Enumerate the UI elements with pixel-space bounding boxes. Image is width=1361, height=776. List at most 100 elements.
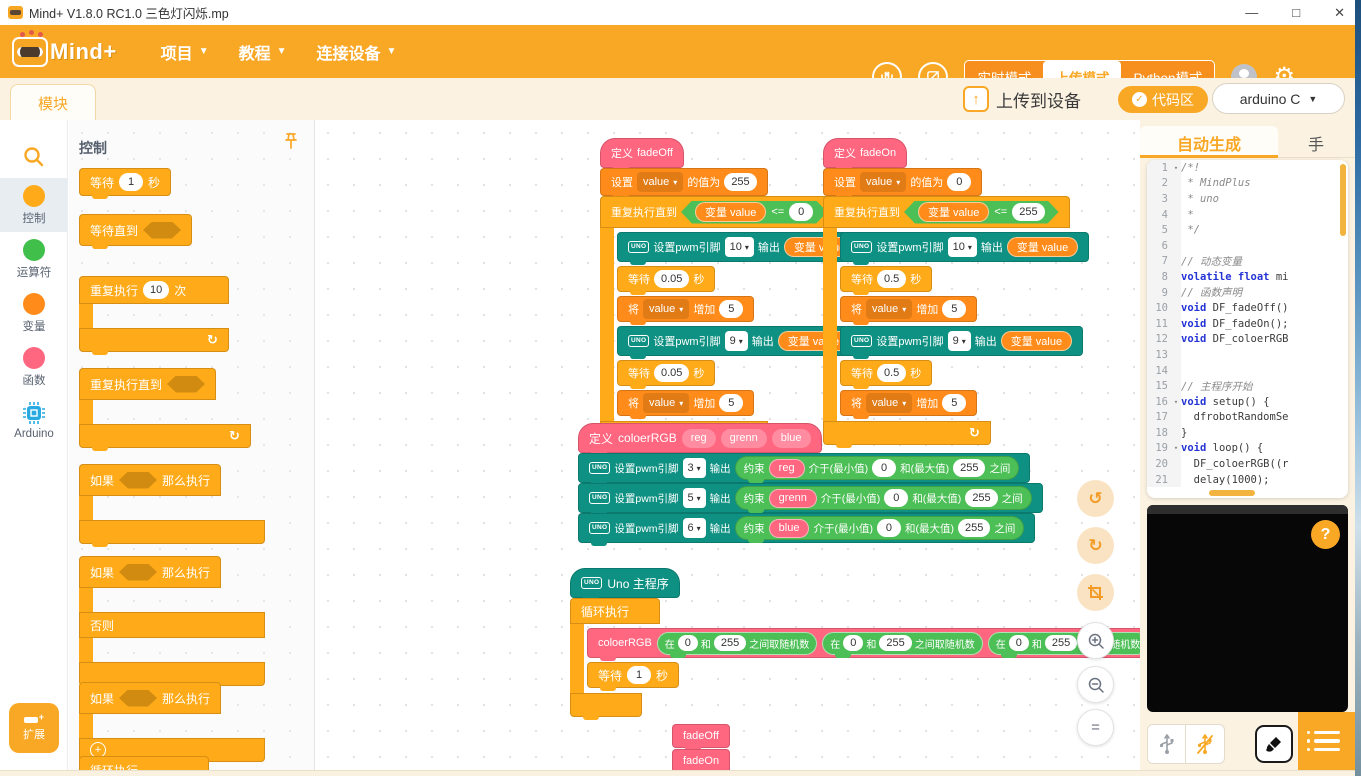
value-input[interactable]: 5 — [719, 300, 743, 318]
block-set-variable[interactable]: 设置 value▾ 的值为 255 — [600, 168, 768, 196]
pin-dropdown[interactable]: 10▾ — [725, 237, 754, 257]
value-input[interactable]: 5 — [942, 394, 966, 412]
code-horizontal-scrollbar[interactable] — [1209, 490, 1255, 496]
menu-connect-device[interactable]: 连接设备 ▼ — [317, 40, 397, 64]
block-set-pwm-constrain[interactable]: UNO 设置pwm引脚 5▾ 输出 约束 grenn 介于(最小值) 0 和(最… — [578, 483, 1043, 513]
pin-dropdown[interactable]: 5▾ — [683, 488, 706, 508]
palette-block-repeat-times[interactable]: 重复执行 10 次 ↺ — [79, 276, 229, 352]
constrain-block[interactable]: 约束 grenn 介于(最小值) 0 和(最大值) 255 之间 — [735, 486, 1032, 510]
stack-define-coloerrgb[interactable]: 定义 coloerRGB reg grenn blue UNO 设置pwm引脚 … — [578, 423, 1043, 543]
block-set-pwm-constrain[interactable]: UNO 设置pwm引脚 3▾ 输出 约束 reg 介于(最小值) 0 和(最大值… — [578, 453, 1030, 483]
block-set-pwm[interactable]: UNO 设置pwm引脚 9▾ 输出 变量 value — [840, 326, 1083, 356]
block-wait[interactable]: 等待 1 秒 — [587, 662, 679, 688]
maximize-button[interactable]: □ — [1292, 5, 1300, 20]
tab-modules[interactable]: 模块 — [10, 84, 96, 121]
value-input[interactable]: 1 — [627, 666, 651, 684]
help-button[interactable]: ? — [1311, 520, 1340, 549]
value-input[interactable]: 255 — [1012, 203, 1044, 221]
block-set-pwm-constrain[interactable]: UNO 设置pwm引脚 6▾ 输出 约束 blue 介于(最小值) 0 和(最大… — [578, 513, 1035, 543]
redo-button[interactable]: ↻ — [1077, 527, 1114, 564]
block-call-fadeoff[interactable]: fadeOff — [672, 724, 730, 748]
sidebar-item-control[interactable]: 控制 — [0, 178, 68, 232]
board-select[interactable]: arduino C ▼ — [1212, 83, 1345, 114]
value-input[interactable]: 255 — [953, 459, 985, 477]
zoom-reset-button[interactable]: = — [1077, 709, 1114, 746]
value-input[interactable]: 0 — [947, 173, 971, 191]
variable-dropdown[interactable]: value▾ — [866, 393, 912, 413]
variable-dropdown[interactable]: value▾ — [643, 299, 689, 319]
value-input[interactable]: 255 — [714, 635, 746, 651]
value-input[interactable]: 0 — [884, 489, 908, 507]
condition-lte[interactable]: 变量 value <= 255 — [904, 201, 1059, 224]
value-input[interactable]: 5 — [719, 394, 743, 412]
block-call-coloerrgb[interactable]: coloerRGB 在 0 和 255 之间取随机数 在 0 和 255 之间取… — [587, 628, 1140, 658]
constrain-block[interactable]: 约束 reg 介于(最小值) 0 和(最大值) 255 之间 — [735, 456, 1020, 480]
value-input[interactable]: 255 — [958, 519, 990, 537]
screenshot-button[interactable] — [1077, 574, 1114, 611]
pin-dropdown[interactable]: 9▾ — [725, 331, 748, 351]
value-input[interactable]: 0 — [1009, 635, 1029, 651]
value-input[interactable]: 1 — [119, 173, 143, 191]
pin-dropdown[interactable]: 9▾ — [948, 331, 971, 351]
palette-block-if-then[interactable]: 如果 那么执行 — [79, 464, 265, 544]
stack-fade-calls[interactable]: fadeOff fadeOn — [672, 724, 730, 770]
menu-project[interactable]: 项目 ▼ — [161, 40, 209, 64]
variable-value-oval[interactable]: 变量 value — [1007, 237, 1078, 257]
value-input[interactable]: 255 — [965, 489, 997, 507]
palette-block-loop-forever[interactable]: 循环执行 — [79, 756, 209, 770]
param-oval[interactable]: blue — [772, 429, 811, 448]
param-blue-oval[interactable]: blue — [769, 519, 810, 538]
param-oval[interactable]: grenn — [721, 429, 767, 448]
variable-value-oval[interactable]: 变量 value — [918, 202, 989, 222]
variable-value-oval[interactable]: 变量 value — [1001, 331, 1072, 351]
output-menu-button[interactable] — [1298, 712, 1355, 770]
value-input[interactable]: 0 — [877, 519, 901, 537]
zoom-out-button[interactable] — [1077, 666, 1114, 703]
condition-slot[interactable] — [143, 222, 181, 239]
value-input[interactable]: 5 — [942, 300, 966, 318]
sidebar-item-operators[interactable]: 运算符 — [0, 232, 68, 286]
value-input[interactable]: 0 — [872, 459, 896, 477]
block-change-variable[interactable]: 将 value▾ 增加 5 — [840, 390, 977, 416]
value-input[interactable]: 255 — [724, 173, 756, 191]
block-loop-forever[interactable]: 循环执行 coloerRGB 在 0 和 255 之间取随机数 在 0 和 — [570, 598, 1140, 717]
param-oval[interactable]: reg — [682, 429, 716, 448]
block-change-variable[interactable]: 将 value▾ 增加 5 — [617, 390, 754, 416]
fold-icon[interactable]: ▾ — [1171, 441, 1181, 457]
variable-dropdown[interactable]: value▾ — [866, 299, 912, 319]
random-number-block[interactable]: 在 0 和 255 之间取随机数 — [657, 632, 817, 655]
palette-block-wait[interactable]: 等待 1 秒 — [79, 168, 171, 196]
variable-dropdown[interactable]: value▾ — [860, 172, 906, 192]
variable-dropdown[interactable]: value▾ — [637, 172, 683, 192]
usb-disconnect-button[interactable] — [1186, 724, 1225, 764]
sidebar-item-functions[interactable]: 函数 — [0, 340, 68, 394]
value-input[interactable]: 0.05 — [654, 270, 689, 288]
zoom-in-button[interactable] — [1077, 622, 1114, 659]
condition-slot[interactable] — [119, 690, 157, 707]
random-number-block[interactable]: 在 0 和 255 之间取随机数 — [822, 632, 982, 655]
param-reg-oval[interactable]: reg — [769, 459, 805, 478]
block-repeat-until[interactable]: 重复执行直到 变量 value <= 255 UNO 设置pwm引脚 10▾ 输… — [823, 196, 1089, 445]
value-input[interactable]: 0 — [843, 635, 863, 651]
block-wait[interactable]: 等待 0.5 秒 — [840, 360, 932, 386]
value-input[interactable]: 255 — [879, 635, 911, 651]
fold-icon[interactable]: ▾ — [1171, 160, 1181, 176]
block-wait[interactable]: 等待 0.05 秒 — [617, 360, 715, 386]
sidebar-item-variables[interactable]: 变量 — [0, 286, 68, 340]
pin-icon[interactable] — [282, 132, 300, 155]
tab-manual-edit[interactable]: 手 — [1278, 126, 1355, 158]
sidebar-item-arduino[interactable]: Arduino — [0, 394, 68, 446]
value-input[interactable]: 0 — [789, 203, 813, 221]
block-wait[interactable]: 等待 0.05 秒 — [617, 266, 715, 292]
random-number-block[interactable]: 在 0 和 255 之间取随机数 — [988, 632, 1140, 655]
tab-auto-generate[interactable]: 自动生成 — [1140, 126, 1278, 158]
value-input[interactable]: 255 — [1045, 635, 1077, 651]
clear-output-button[interactable] — [1255, 725, 1293, 763]
condition-slot[interactable] — [119, 472, 157, 489]
upload-to-device-button[interactable]: ↑ 上传到设备 — [963, 86, 1081, 112]
block-change-variable[interactable]: 将 value▾ 增加 5 — [840, 296, 977, 322]
minimize-button[interactable]: — — [1245, 5, 1258, 20]
condition-slot[interactable] — [167, 376, 205, 393]
palette-block-wait-until[interactable]: 等待直到 — [79, 214, 192, 246]
palette-block-repeat-until[interactable]: 重复执行直到 ↺ — [79, 368, 251, 448]
